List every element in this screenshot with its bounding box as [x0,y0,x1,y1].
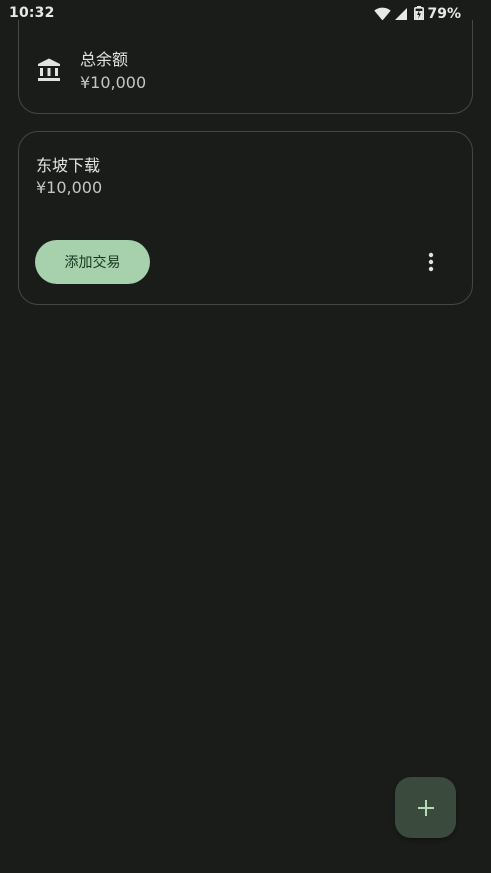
total-balance-amount: ¥10,000 [80,73,147,92]
add-transaction-button[interactable]: 添加交易 [35,240,150,284]
account-balance: ¥10,000 [36,178,103,197]
more-vert-icon [428,252,434,272]
total-balance-card: 总余额 ¥10,000 [18,20,473,114]
wifi-icon [374,7,392,21]
total-balance-label: 总余额 [80,50,129,69]
plus-icon [417,799,434,816]
account-card[interactable]: 东坡下载 ¥10,000 添加交易 [18,131,473,305]
status-time: 10:32 [9,5,55,21]
more-options-button[interactable] [419,246,443,278]
bank-icon [38,58,60,81]
account-name: 东坡下载 [36,156,101,175]
add-account-fab[interactable] [395,777,456,838]
